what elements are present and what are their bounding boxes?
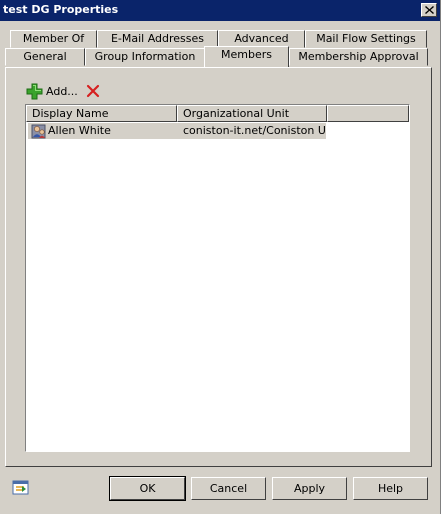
help-button-label: Help bbox=[377, 482, 404, 495]
add-button[interactable]: Add... bbox=[26, 82, 78, 100]
organizational-unit-cell: coniston-it.net/Coniston Us... bbox=[183, 124, 325, 137]
close-button[interactable] bbox=[421, 3, 437, 17]
properties-status-icon bbox=[12, 480, 29, 495]
column-header-display-name[interactable]: Display Name bbox=[26, 105, 177, 122]
remove-icon bbox=[86, 84, 100, 98]
column-header-label: Organizational Unit bbox=[183, 107, 290, 120]
tab-membership-approval[interactable]: Membership Approval bbox=[289, 48, 428, 66]
tab-label: Mail Flow Settings bbox=[316, 32, 416, 45]
tab-label: E-Mail Addresses bbox=[110, 32, 205, 45]
column-header-label: Display Name bbox=[32, 107, 109, 120]
cancel-button[interactable]: Cancel bbox=[191, 477, 266, 500]
tab-members[interactable]: Members bbox=[204, 46, 289, 67]
user-icon bbox=[31, 124, 46, 139]
column-header-filler bbox=[327, 105, 409, 122]
members-list[interactable]: Display Name Organizational Unit Allen W… bbox=[25, 104, 410, 452]
add-button-label: Add... bbox=[46, 84, 78, 98]
tab-label: Member Of bbox=[22, 32, 85, 45]
list-item[interactable]: Allen White coniston-it.net/Coniston Us.… bbox=[28, 123, 326, 139]
tab-email-addresses[interactable]: E-Mail Addresses bbox=[97, 30, 218, 48]
ok-button[interactable]: OK bbox=[109, 476, 186, 501]
tab-general[interactable]: General bbox=[5, 48, 85, 66]
tab-label: General bbox=[23, 50, 67, 63]
ok-button-label: OK bbox=[139, 482, 156, 495]
title-bar[interactable]: test DG Properties bbox=[0, 0, 440, 21]
display-name-cell: Allen White bbox=[48, 124, 111, 137]
tab-label: Advanced bbox=[234, 32, 289, 45]
add-icon bbox=[26, 83, 43, 99]
apply-button[interactable]: Apply bbox=[272, 477, 347, 500]
tab-label: Membership Approval bbox=[298, 50, 419, 63]
help-button[interactable]: Help bbox=[353, 477, 428, 500]
remove-button[interactable] bbox=[86, 82, 100, 100]
properties-dialog: test DG Properties Member Of E-Mail Addr… bbox=[0, 0, 441, 514]
tab-group-information[interactable]: Group Information bbox=[85, 48, 205, 66]
window-title: test DG Properties bbox=[3, 3, 119, 16]
column-header-organizational-unit[interactable]: Organizational Unit bbox=[177, 105, 327, 122]
cancel-button-label: Cancel bbox=[209, 482, 248, 495]
close-icon bbox=[424, 6, 434, 14]
apply-button-label: Apply bbox=[293, 482, 326, 495]
tab-label: Members bbox=[221, 48, 272, 61]
tab-member-of[interactable]: Member Of bbox=[10, 30, 97, 48]
tab-mail-flow-settings[interactable]: Mail Flow Settings bbox=[305, 30, 427, 48]
tab-label: Group Information bbox=[94, 50, 196, 63]
